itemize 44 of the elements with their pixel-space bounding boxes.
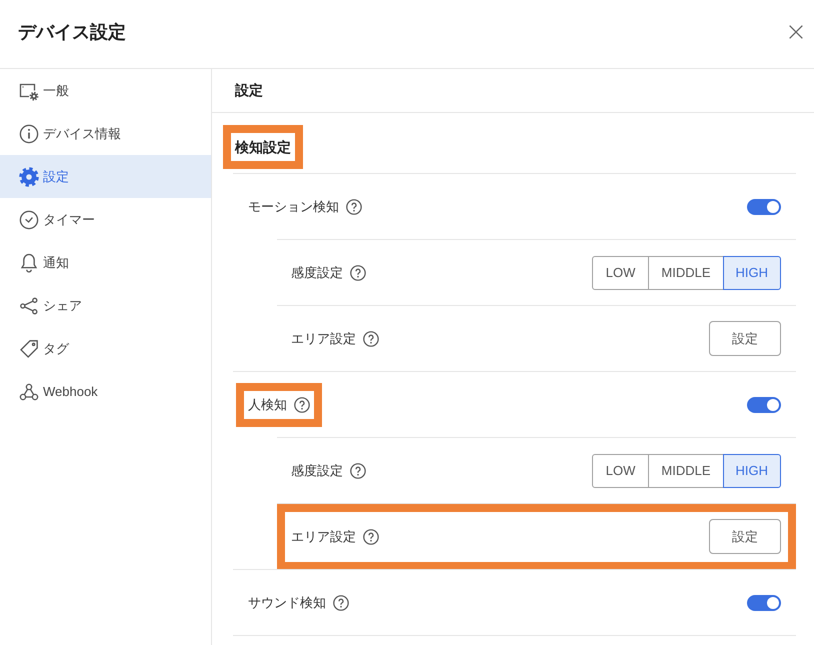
setting-label: エリア設定	[291, 528, 356, 546]
setting-label: 感度設定	[291, 462, 343, 480]
sensitivity-option[interactable]: HIGH	[722, 454, 781, 488]
sidebar-item[interactable]: タグ	[0, 327, 211, 370]
bell-icon	[19, 252, 39, 272]
tag-icon	[19, 338, 39, 358]
dialog-title: デバイス設定	[18, 20, 126, 44]
settings-button[interactable]: 設定	[709, 321, 781, 356]
sensitivity-option[interactable]: MIDDLE	[648, 454, 724, 488]
sidebar-item[interactable]: 一般	[0, 69, 211, 112]
help-icon[interactable]	[346, 198, 362, 214]
settings-icon	[19, 166, 39, 186]
help-icon[interactable]	[350, 264, 366, 280]
close-icon[interactable]	[789, 24, 803, 38]
setting-label: 感度設定	[291, 264, 343, 282]
setting-label: エリア設定	[291, 330, 356, 348]
sidebar-item[interactable]: 通知	[0, 241, 211, 284]
sidebar-item[interactable]: タイマー	[0, 198, 211, 241]
webhook-icon	[19, 382, 39, 402]
sensitivity-option[interactable]: LOW	[592, 454, 650, 488]
info-icon	[19, 124, 39, 144]
sensitivity-option[interactable]: HIGH	[722, 256, 781, 290]
help-icon[interactable]	[350, 462, 366, 478]
help-icon[interactable]	[333, 594, 349, 610]
help-icon[interactable]	[363, 330, 379, 346]
setting-label: 人検知	[248, 396, 287, 414]
toggle-switch[interactable]	[747, 396, 781, 412]
clock-icon	[19, 210, 39, 230]
setting-label: サウンド検知	[248, 594, 326, 612]
settings-button[interactable]: 設定	[709, 519, 781, 554]
sidebar-item[interactable]: シェア	[0, 284, 211, 327]
sensitivity-option[interactable]: MIDDLE	[648, 256, 724, 290]
toggle-switch[interactable]	[747, 198, 781, 214]
share-icon	[19, 296, 39, 316]
help-icon[interactable]	[294, 396, 310, 412]
panel-title: 設定	[212, 69, 814, 113]
sensitivity-option[interactable]: LOW	[592, 256, 650, 290]
toggle-switch[interactable]	[747, 594, 781, 610]
sidebar-item[interactable]: デバイス情報	[0, 112, 211, 155]
setting-label: モーション検知	[248, 198, 339, 216]
sidebar-item[interactable]: 設定	[0, 155, 211, 198]
section-title: 検知設定	[235, 138, 291, 157]
sidebar-item[interactable]: Webhook	[0, 370, 211, 413]
help-icon[interactable]	[363, 528, 379, 544]
